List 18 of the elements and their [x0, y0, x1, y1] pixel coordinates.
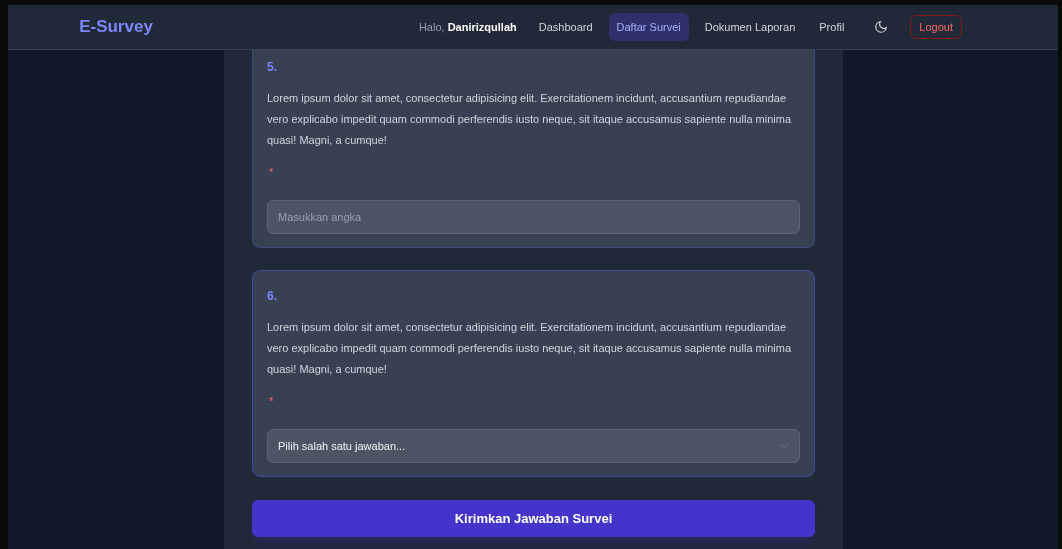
submit-button[interactable]: Kirimkan Jawaban Survei [252, 500, 815, 537]
number-input-field[interactable]: Masukkan angka [267, 200, 800, 234]
answer-dropdown[interactable]: Pilih salah satu jawaban... [267, 429, 800, 463]
question-text: Lorem ipsum dolor sit amet, consectetur adipisicing elit. Exercitationem incidunt, accusantium repudiandae vero explicabo impedit quam commodi perferendis iusto neque, sit itaque accusamus sapiente nulla minima quasi! Magni, a cumque! [267, 320, 792, 377]
nav-link[interactable]: Daftar Survei [608, 12, 689, 42]
required-mark: * [269, 165, 274, 178]
required-mark: * [269, 394, 274, 407]
question-number: 6. [267, 288, 278, 303]
nav-link[interactable]: Dokumen Laporan [696, 12, 804, 42]
chevron-down-icon [780, 443, 789, 449]
brand-logo[interactable]: E-Survey [79, 14, 153, 40]
logout-button[interactable]: Logout [910, 15, 962, 39]
question-text: Lorem ipsum dolor sit amet, consectetur adipisicing elit. Exercitationem incidunt, accusantium repudiandae vero explicabo impedit quam commodi perferendis iusto neque, sit itaque accusamus sapiente nulla minima quasi! Magni, a cumque! [267, 91, 792, 148]
question-number: 5. [267, 59, 278, 74]
nav-link[interactable]: Dashboard [530, 12, 601, 42]
greeting-text: Halo, Danirizqullah [418, 19, 517, 35]
moon-icon[interactable] [874, 20, 889, 34]
nav-link[interactable]: Profil [811, 12, 853, 42]
